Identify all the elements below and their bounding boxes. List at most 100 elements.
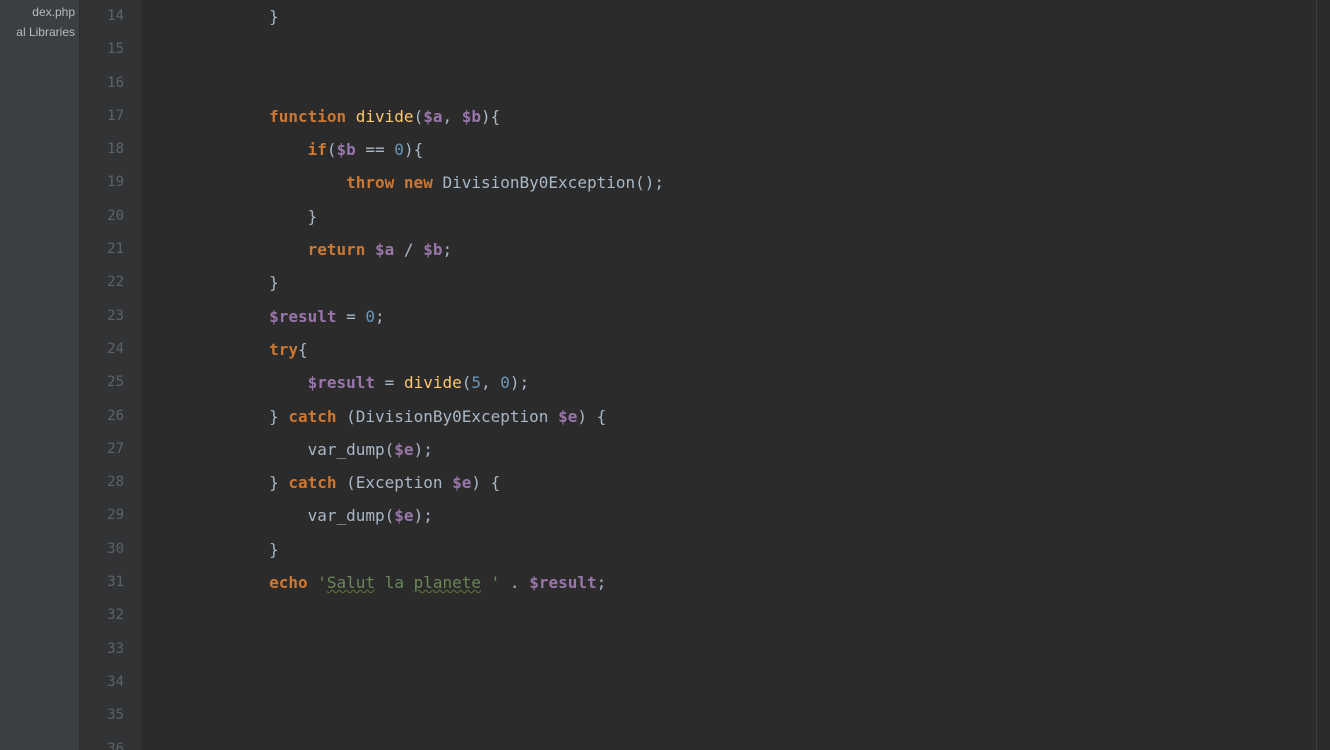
line-number[interactable]: 14 xyxy=(80,0,124,33)
code-token xyxy=(192,506,308,525)
code-line[interactable]: } xyxy=(192,266,1316,299)
code-line[interactable]: if($b == 0){ xyxy=(192,133,1316,166)
code-line[interactable]: return $a / $b; xyxy=(192,233,1316,266)
code-line[interactable] xyxy=(192,33,1316,66)
tree-item-libraries[interactable]: al Libraries xyxy=(0,22,79,42)
code-line[interactable] xyxy=(192,699,1316,732)
code-line[interactable]: } catch (DivisionBy0Exception $e) { xyxy=(192,400,1316,433)
code-token: if xyxy=(308,140,327,159)
code-token: , xyxy=(481,373,500,392)
line-number[interactable]: 36 xyxy=(80,733,124,750)
code-editor[interactable]: 1415161718192021222324252627282930313233… xyxy=(80,0,1330,750)
fold-strip[interactable] xyxy=(142,0,192,750)
code-token: var_dump xyxy=(308,440,385,459)
code-line[interactable] xyxy=(192,633,1316,666)
code-token: Salut xyxy=(327,573,375,592)
code-token: function xyxy=(269,107,356,126)
code-line[interactable]: $result = 0; xyxy=(192,300,1316,333)
code-token: / xyxy=(394,240,423,259)
code-token: $b xyxy=(462,107,481,126)
code-token xyxy=(192,207,308,226)
project-sidebar[interactable]: dex.php al Libraries xyxy=(0,0,80,750)
code-line[interactable]: } xyxy=(192,533,1316,566)
code-token xyxy=(192,307,269,326)
code-token: } xyxy=(269,273,279,292)
code-token: ; xyxy=(442,240,452,259)
code-line[interactable]: function divide($a, $b){ xyxy=(192,100,1316,133)
code-token: ){ xyxy=(481,107,500,126)
code-line[interactable]: } xyxy=(192,0,1316,33)
line-number[interactable]: 34 xyxy=(80,666,124,699)
code-token xyxy=(192,173,346,192)
line-number[interactable]: 29 xyxy=(80,499,124,532)
code-token: $result xyxy=(269,307,336,326)
code-line[interactable] xyxy=(192,67,1316,100)
code-line[interactable]: var_dump($e); xyxy=(192,433,1316,466)
code-token: la xyxy=(375,573,414,592)
code-line[interactable]: $result = divide(5, 0); xyxy=(192,366,1316,399)
vertical-scrollbar[interactable] xyxy=(1316,0,1330,750)
code-token: = xyxy=(337,307,366,326)
code-token: } xyxy=(269,7,279,26)
code-token: 0 xyxy=(500,373,510,392)
line-number[interactable]: 27 xyxy=(80,433,124,466)
code-line[interactable]: var_dump($e); xyxy=(192,499,1316,532)
code-token: = xyxy=(375,373,404,392)
line-number[interactable]: 16 xyxy=(80,67,124,100)
code-token: catch xyxy=(288,407,346,426)
code-token: ' xyxy=(481,573,500,592)
code-token: divide xyxy=(404,373,462,392)
code-token: DivisionBy0Exception xyxy=(442,173,635,192)
code-token xyxy=(192,573,269,592)
code-token xyxy=(192,540,269,559)
line-number[interactable]: 15 xyxy=(80,33,124,66)
line-number[interactable]: 26 xyxy=(80,400,124,433)
code-token xyxy=(192,407,269,426)
code-token: == xyxy=(356,140,395,159)
code-token xyxy=(192,340,269,359)
line-number[interactable]: 23 xyxy=(80,300,124,333)
tree-item-file[interactable]: dex.php xyxy=(0,2,79,22)
code-line[interactable]: } catch (Exception $e) { xyxy=(192,466,1316,499)
code-line[interactable]: try{ xyxy=(192,333,1316,366)
line-number[interactable]: 31 xyxy=(80,566,124,599)
code-token: } xyxy=(269,540,279,559)
line-number[interactable]: 21 xyxy=(80,233,124,266)
code-token: $e xyxy=(558,407,577,426)
line-number-gutter[interactable]: 1415161718192021222324252627282930313233… xyxy=(80,0,142,750)
code-token: ; xyxy=(597,573,607,592)
line-number[interactable]: 24 xyxy=(80,333,124,366)
code-token xyxy=(192,240,308,259)
code-token: 0 xyxy=(365,307,375,326)
code-line[interactable] xyxy=(192,666,1316,699)
line-number[interactable]: 20 xyxy=(80,200,124,233)
code-token: ( xyxy=(385,440,395,459)
line-number[interactable]: 30 xyxy=(80,533,124,566)
line-number[interactable]: 33 xyxy=(80,633,124,666)
code-token: planete xyxy=(414,573,481,592)
code-line[interactable]: throw new DivisionBy0Exception(); xyxy=(192,166,1316,199)
code-line[interactable]: } xyxy=(192,200,1316,233)
code-token: (); xyxy=(635,173,664,192)
code-token xyxy=(192,473,269,492)
code-token: divide xyxy=(356,107,414,126)
code-area[interactable]: } function divide($a, $b){ if($b == 0){ … xyxy=(192,0,1316,750)
code-token: ( xyxy=(346,407,356,426)
code-token xyxy=(192,373,308,392)
line-number[interactable]: 18 xyxy=(80,133,124,166)
line-number[interactable]: 25 xyxy=(80,366,124,399)
code-line[interactable]: echo 'Salut la planete ' . $result; xyxy=(192,566,1316,599)
code-token xyxy=(192,107,269,126)
code-line[interactable] xyxy=(192,599,1316,632)
line-number[interactable]: 22 xyxy=(80,266,124,299)
line-number[interactable]: 32 xyxy=(80,599,124,632)
code-token: ( xyxy=(462,373,472,392)
line-number[interactable]: 35 xyxy=(80,699,124,732)
code-token: ( xyxy=(414,107,424,126)
code-line[interactable] xyxy=(192,733,1316,750)
line-number[interactable]: 19 xyxy=(80,166,124,199)
line-number[interactable]: 17 xyxy=(80,100,124,133)
line-number[interactable]: 28 xyxy=(80,466,124,499)
code-token: ( xyxy=(385,506,395,525)
code-token: echo xyxy=(269,573,317,592)
